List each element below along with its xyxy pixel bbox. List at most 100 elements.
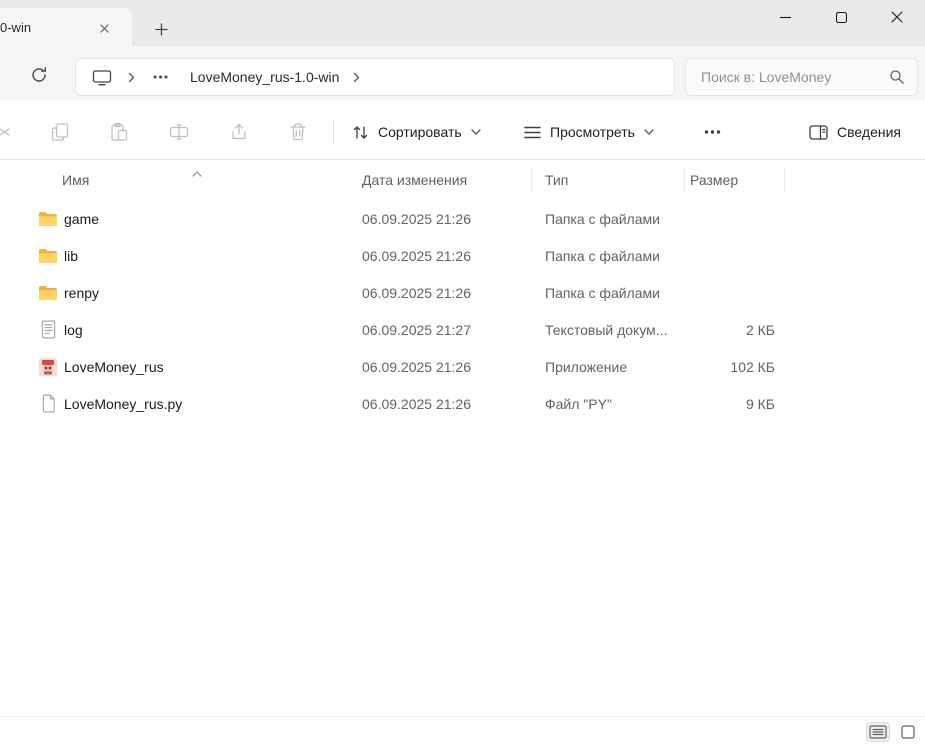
share-icon bbox=[232, 123, 246, 140]
close-button[interactable] bbox=[869, 0, 925, 34]
address-bar[interactable]: LoveMoney_rus-1.0-win bbox=[75, 58, 675, 96]
maximize-icon bbox=[835, 11, 847, 23]
column-header-name[interactable]: Имя bbox=[62, 160, 89, 200]
search-box bbox=[685, 58, 918, 96]
thumbnails-view-toggle[interactable] bbox=[899, 723, 917, 741]
file-icon bbox=[38, 394, 58, 414]
file-date-modified: 06.09.2025 21:26 bbox=[362, 284, 471, 301]
status-bar bbox=[0, 716, 925, 746]
sort-ascending-caret-icon bbox=[192, 164, 202, 182]
file-name: LoveMoney_rus bbox=[64, 358, 164, 375]
sort-button[interactable]: Сортировать bbox=[340, 114, 493, 150]
share-button[interactable] bbox=[221, 114, 257, 150]
refresh-button[interactable] bbox=[22, 58, 56, 92]
thumbnails-view-icon bbox=[901, 725, 915, 739]
search-input[interactable] bbox=[686, 59, 886, 95]
column-header-date[interactable]: Дата изменения bbox=[362, 160, 467, 200]
file-size: 102 КБ bbox=[730, 358, 775, 375]
file-name: game bbox=[64, 210, 100, 227]
ellipsis-icon bbox=[704, 130, 720, 134]
paste-button[interactable] bbox=[101, 114, 137, 150]
details-pane-icon bbox=[809, 124, 828, 140]
application-icon bbox=[39, 357, 57, 376]
py-file-icon bbox=[42, 394, 55, 413]
file-icon bbox=[38, 357, 58, 377]
chevron-right-icon[interactable] bbox=[353, 72, 360, 83]
column-separator[interactable] bbox=[784, 169, 785, 191]
file-icon bbox=[38, 246, 58, 266]
file-name: LoveMoney_rus.py bbox=[64, 395, 183, 412]
file-type: Файл "PY" bbox=[545, 395, 612, 412]
minimize-button[interactable] bbox=[757, 0, 813, 34]
file-list: game 06.09.2025 21:26 Папка с файлами li… bbox=[0, 200, 925, 422]
file-row[interactable]: LoveMoney_rus.py 06.09.2025 21:26 Файл "… bbox=[0, 385, 925, 422]
new-tab-button[interactable] bbox=[148, 16, 174, 42]
file-row[interactable]: LoveMoney_rus 06.09.2025 21:26 Приложени… bbox=[0, 348, 925, 385]
copy-icon bbox=[51, 123, 69, 141]
this-pc-icon[interactable] bbox=[92, 69, 112, 86]
file-type: Текстовый докум... bbox=[545, 321, 668, 338]
file-name: log bbox=[64, 321, 83, 338]
view-list-icon bbox=[524, 126, 541, 138]
close-icon bbox=[891, 11, 903, 23]
search-icon[interactable] bbox=[889, 69, 905, 90]
rename-icon bbox=[169, 124, 189, 140]
rename-button[interactable] bbox=[161, 114, 197, 150]
file-name: renpy bbox=[64, 284, 100, 301]
folder-icon bbox=[39, 248, 57, 263]
details-view-icon bbox=[869, 725, 887, 739]
tab-title: 0-win bbox=[0, 20, 32, 35]
command-toolbar: Сортировать Просмотреть Сведения bbox=[0, 100, 925, 160]
minimize-icon bbox=[779, 16, 791, 18]
file-type: Папка с файлами bbox=[545, 284, 660, 301]
monitor-icon bbox=[92, 69, 112, 85]
file-row[interactable]: log 06.09.2025 21:27 Текстовый докум... … bbox=[0, 311, 925, 348]
view-button[interactable]: Просмотреть bbox=[512, 114, 666, 150]
details-pane-button[interactable]: Сведения bbox=[797, 114, 913, 150]
file-row[interactable]: lib 06.09.2025 21:26 Папка с файлами bbox=[0, 237, 925, 274]
chevron-right-icon[interactable] bbox=[128, 72, 135, 83]
text-file-icon bbox=[41, 320, 55, 339]
details-view-toggle[interactable] bbox=[866, 722, 890, 742]
file-size: 9 КБ bbox=[745, 395, 775, 412]
file-type: Папка с файлами bbox=[545, 210, 660, 227]
column-header-size[interactable]: Размер bbox=[690, 160, 738, 200]
sort-label: Сортировать bbox=[378, 124, 462, 140]
delete-button[interactable] bbox=[280, 114, 316, 150]
tab-close-button[interactable] bbox=[94, 18, 114, 38]
plus-icon bbox=[154, 22, 168, 36]
file-icon bbox=[38, 209, 58, 229]
close-icon bbox=[99, 23, 109, 33]
chevron-down-icon bbox=[471, 129, 481, 135]
column-separator[interactable] bbox=[684, 169, 685, 191]
breadcrumb-current-folder[interactable]: LoveMoney_rus-1.0-win bbox=[188, 64, 341, 90]
file-size: 2 КБ bbox=[745, 321, 775, 338]
file-row[interactable]: renpy 06.09.2025 21:26 Папка с файлами bbox=[0, 274, 925, 311]
chevron-down-icon bbox=[644, 129, 654, 135]
file-type: Папка с файлами bbox=[545, 247, 660, 264]
file-date-modified: 06.09.2025 21:26 bbox=[362, 358, 471, 375]
column-separator[interactable] bbox=[531, 169, 532, 191]
more-options-button[interactable] bbox=[694, 114, 730, 150]
file-date-modified: 06.09.2025 21:26 bbox=[362, 210, 471, 227]
file-name: lib bbox=[64, 247, 79, 264]
file-date-modified: 06.09.2025 21:27 bbox=[362, 321, 471, 338]
column-header-type[interactable]: Тип bbox=[545, 160, 568, 200]
refresh-icon bbox=[32, 67, 46, 82]
column-headers: Имя Дата изменения Тип Размер bbox=[0, 160, 925, 200]
scissors-icon bbox=[0, 126, 10, 138]
window-titlebar: 0-win bbox=[0, 0, 925, 46]
folder-icon bbox=[39, 211, 57, 226]
window-controls bbox=[757, 0, 925, 34]
file-date-modified: 06.09.2025 21:26 bbox=[362, 395, 471, 412]
toolbar-divider bbox=[333, 119, 334, 145]
maximize-button[interactable] bbox=[813, 0, 869, 34]
file-type: Приложение bbox=[545, 358, 628, 375]
sort-icon bbox=[353, 125, 368, 139]
file-row[interactable]: game 06.09.2025 21:26 Папка с файлами bbox=[0, 200, 925, 237]
explorer-tab[interactable]: 0-win bbox=[0, 8, 132, 46]
breadcrumb-ellipsis-button[interactable] bbox=[149, 69, 172, 85]
file-icon bbox=[38, 283, 58, 303]
copy-button[interactable] bbox=[42, 114, 78, 150]
cut-button[interactable] bbox=[0, 114, 20, 150]
